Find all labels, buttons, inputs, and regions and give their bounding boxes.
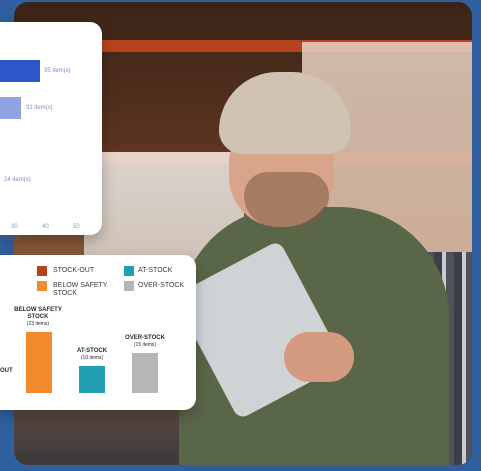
bar-item-2-label: 31 item(s)	[26, 105, 53, 111]
legend-swatch-at-stock	[124, 266, 134, 276]
bar-name: AT-STOCK	[76, 348, 108, 354]
legend-swatch-over-stock	[124, 281, 134, 291]
legend-swatch-stock-out	[37, 266, 47, 276]
bar-over-stock	[132, 353, 158, 393]
bar-at-stock	[79, 366, 105, 393]
legend-label-stock-out: STOCK-OUT	[53, 267, 95, 274]
legend-label-over-stock: OVER-STOCK	[138, 282, 185, 289]
bar-name: BELOW SAFETY STOCK	[14, 307, 62, 320]
bar-below-safety	[26, 332, 52, 393]
bar-count: (15 items)	[133, 342, 157, 348]
items-bar-chart-card: 35 item(s) 31 item(s) 24 item(s) 30 40 5…	[0, 22, 102, 242]
bar-count: (10 items)	[80, 355, 104, 361]
axis-tick: 50	[73, 224, 80, 230]
worker-beard	[244, 172, 329, 227]
bar-item-1-label: 35 item(s)	[44, 68, 71, 74]
bar-item-3-label: 24 item(s)	[4, 177, 31, 183]
bar-label-at-stock: AT-STOCK (10 items)	[72, 348, 112, 362]
axis-tick: 30	[11, 224, 18, 230]
legend-label-below-safety: BELOW SAFETY STOCK	[53, 282, 108, 297]
bar-item-1	[0, 60, 40, 82]
stock-status-chart-card: STOCK-OUT AT-STOCK BELOW SAFETY STOCK OV…	[0, 255, 196, 410]
axis-tick: 40	[42, 224, 49, 230]
bar-label-below-safety: BELOW SAFETY STOCK (23 items)	[10, 307, 66, 328]
legend-label-at-stock: AT-STOCK	[138, 267, 173, 274]
bar-label-stock-out: OUT	[0, 368, 13, 375]
bar-label-over-stock: OVER-STOCK (15 items)	[120, 335, 170, 349]
bar-item-2	[0, 97, 21, 119]
x-axis-title: ITEMS	[0, 236, 20, 242]
bar-name: OVER-STOCK	[125, 335, 165, 341]
bar-count: (23 items)	[26, 321, 50, 327]
bar-name: OUT	[0, 368, 13, 374]
legend-swatch-below-safety	[37, 281, 47, 291]
worker-hand	[284, 332, 354, 382]
